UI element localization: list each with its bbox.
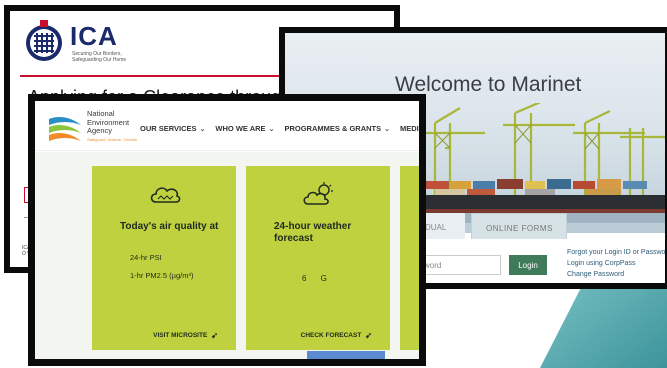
nav-our-services[interactable]: OUR SERVICES ⌄ [140,124,205,133]
ica-tagline: Securing Our Borders, Safeguarding Our H… [72,51,127,63]
tab-dual-label: DUAL [425,223,447,232]
ica-logo[interactable]: ICA Securing Our Borders, Safeguarding O… [22,19,142,67]
chevron-down-icon: ⌄ [268,125,275,133]
chevron-down-icon: ⌄ [384,125,390,133]
visit-microsite-link[interactable]: VISIT MICROSITE ➹ [153,331,218,340]
tab-online-forms-label: ONLINE FORMS [486,224,553,233]
nea-main-nav: OUR SERVICES ⌄ WHO WE ARE ⌄ PROGRAMMES &… [140,124,425,133]
nea-tagline: Safeguard. Nurture. Cherish [87,137,138,142]
forecast-glyphs: 6 G [302,274,333,283]
nea-window: National Environment Agency Safeguard. N… [28,94,426,366]
login-button[interactable]: Login [509,255,547,275]
ica-emblem-icon [26,20,62,61]
corppass-login-link[interactable]: Login using CorpPass [567,258,665,269]
psi-label: 24-hr PSI [130,253,162,262]
chevron-down-icon: ⌄ [199,125,206,133]
check-forecast-label: CHECK FORECAST [300,332,362,339]
password-input[interactable]: sword [415,255,501,275]
ica-brand: ICA [70,21,118,51]
marinet-help-links: Forgot your Login ID or Password? Login … [567,247,665,280]
nav-who-we-are[interactable]: WHO WE ARE ⌄ [215,124,274,133]
air-quality-card[interactable]: Today's air quality at 24-hr PSI 1-hr PM… [92,166,236,350]
weather-forecast-title: 24-hour weather forecast [274,221,352,244]
nav-label: MEDIA [399,124,425,133]
nea-org-name: National Environment Agency [87,109,129,136]
visit-microsite-label: VISIT MICROSITE [153,332,208,339]
partial-card[interactable] [400,166,419,350]
nav-label: OUR SERVICES [140,124,197,133]
pm25-label: 1-hr PM2.5 (µg/m³) [130,271,194,280]
nav-label: WHO WE ARE [215,124,266,133]
nea-logo-icon[interactable] [47,111,83,147]
nea-org-name-line: Agency [87,126,113,135]
check-forecast-link[interactable]: CHECK FORECAST ➹ [301,331,372,340]
haze-cloud-icon [150,187,181,203]
nea-header: National Environment Agency Safeguard. N… [35,101,419,151]
arrow-icon: ➹ [365,331,372,340]
arrow-icon: ➹ [211,331,218,340]
nea-blue-tab[interactable] [307,351,385,359]
tab-online-forms[interactable]: ONLINE FORMS [471,213,567,241]
nav-programmes-grants[interactable]: PROGRAMMES & GRANTS ⌄ [284,124,390,133]
nav-media[interactable]: MEDIA [399,124,425,133]
forgot-login-link[interactable]: Forgot your Login ID or Password? [567,247,665,258]
nav-label: PROGRAMMES & GRANTS [284,124,382,133]
sun-cloud-icon [303,182,333,205]
change-password-link[interactable]: Change Password [567,269,665,280]
nea-content: Today's air quality at 24-hr PSI 1-hr PM… [35,152,419,359]
air-quality-title: Today's air quality at [120,221,219,232]
weather-forecast-card[interactable]: 24-hour weather forecast 6 G CHECK FOREC… [246,166,390,350]
